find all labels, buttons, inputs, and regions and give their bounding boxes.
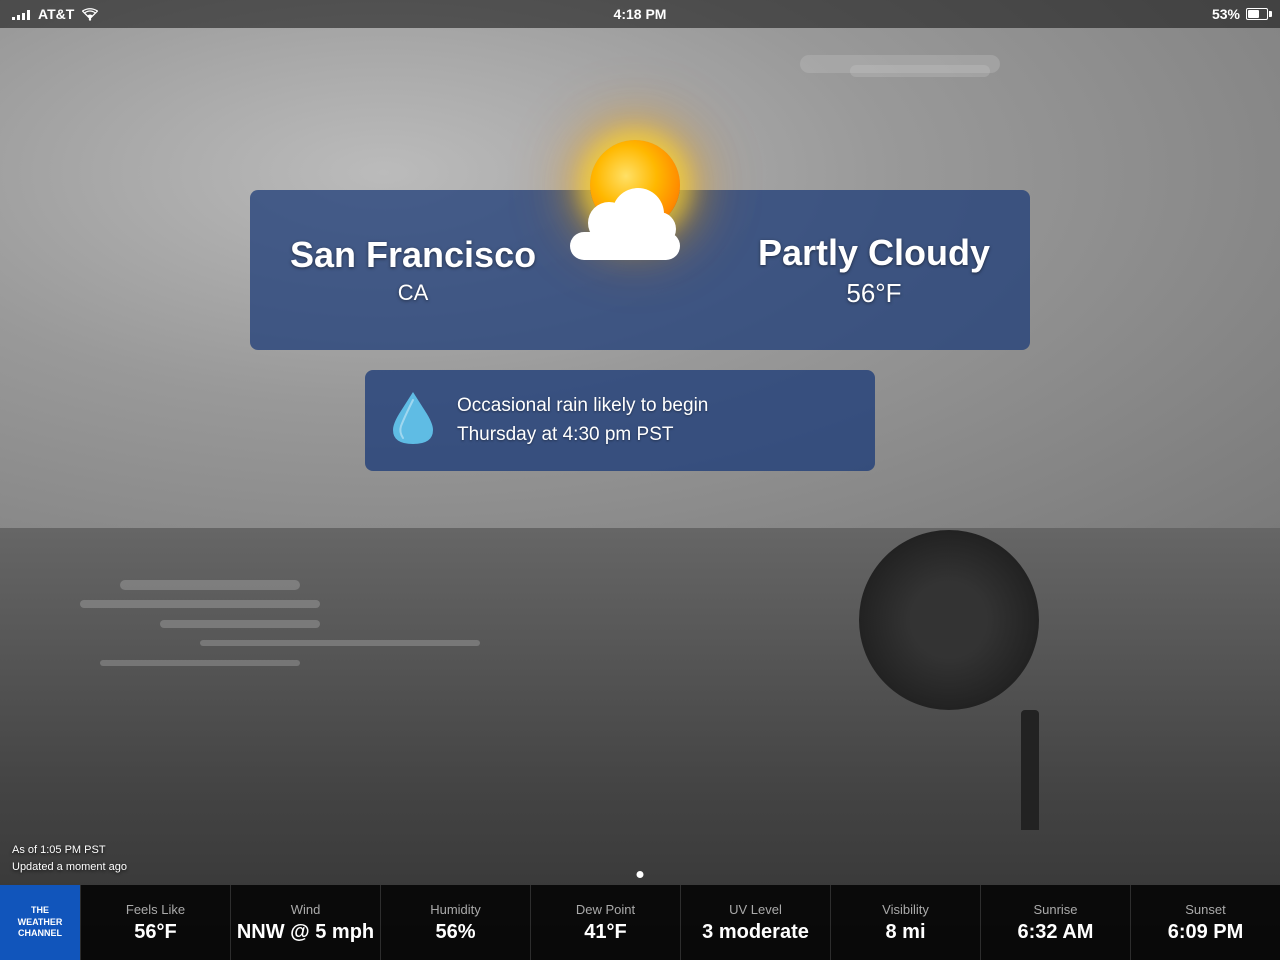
sky-cloud-7 [100, 660, 300, 666]
status-bar: AT&T 4:18 PM 53% [0, 0, 1280, 28]
stat-humidity: Humidity 56% [380, 885, 530, 960]
visibility-label: Visibility [882, 902, 929, 917]
uv-level-label: UV Level [729, 902, 782, 917]
wind-label: Wind [291, 902, 321, 917]
humidity-value: 56% [435, 921, 475, 944]
humidity-label: Humidity [430, 902, 481, 917]
page-indicator [637, 871, 644, 878]
stat-feels-like: Feels Like 56°F [80, 885, 230, 960]
sunset-label: Sunset [1185, 902, 1225, 917]
wind-value: NNW @ 5 mph [237, 921, 374, 944]
sky-cloud-2 [850, 65, 990, 77]
partly-cloudy-icon [570, 140, 710, 270]
rain-alert-line2: Thursday at 4:30 pm PST [457, 421, 708, 450]
city-name: San Francisco [290, 234, 536, 276]
sky-cloud-4 [80, 600, 320, 608]
stat-wind: Wind NNW @ 5 mph [230, 885, 380, 960]
rain-alert-text: Occasional rain likely to begin Thursday… [457, 392, 708, 449]
rain-alert: Occasional rain likely to begin Thursday… [365, 370, 875, 471]
stat-dew-point: Dew Point 41°F [530, 885, 680, 960]
status-right: 53% [1212, 6, 1268, 22]
sunrise-value: 6:32 AM [1018, 921, 1094, 944]
battery-icon [1246, 8, 1268, 20]
tree-decoration [940, 530, 1120, 830]
update-line2: Updated a moment ago [12, 859, 127, 876]
rain-alert-line1: Occasional rain likely to begin [457, 392, 708, 421]
time-label: 4:18 PM [614, 6, 667, 22]
condition-info: Partly Cloudy 56°F [758, 232, 990, 309]
feels-like-label: Feels Like [126, 902, 185, 917]
carrier-label: AT&T [38, 6, 74, 22]
battery-percent-label: 53% [1212, 6, 1240, 22]
visibility-value: 8 mi [885, 921, 925, 944]
condition-temp: 56°F [758, 278, 990, 309]
sky-cloud-3 [120, 580, 300, 590]
info-strip: The Weather Channel Feels Like 56°F Wind… [0, 885, 1280, 960]
weather-icon-container [570, 140, 710, 270]
stat-items: Feels Like 56°F Wind NNW @ 5 mph Humidit… [80, 885, 1280, 960]
sunset-value: 6:09 PM [1168, 921, 1244, 944]
stat-uv-level: UV Level 3 moderate [680, 885, 830, 960]
twc-logo-text: The Weather Channel [18, 905, 63, 940]
cloud-icon [570, 212, 680, 260]
uv-level-value: 3 moderate [702, 921, 809, 944]
twc-logo: The Weather Channel [0, 885, 80, 960]
city-state: CA [290, 280, 536, 306]
stat-visibility: Visibility 8 mi [830, 885, 980, 960]
update-info: As of 1:05 PM PST Updated a moment ago [12, 842, 127, 875]
status-time: 4:18 PM [614, 6, 667, 22]
sky-cloud-5 [160, 620, 320, 628]
tree-canopy [859, 530, 1039, 710]
stat-sunset: Sunset 6:09 PM [1130, 885, 1280, 960]
cloud-body [570, 232, 680, 260]
tree-trunk [1021, 710, 1039, 830]
rain-drop-icon [389, 388, 437, 453]
update-line1: As of 1:05 PM PST [12, 842, 127, 859]
sunrise-label: Sunrise [1033, 902, 1077, 917]
feels-like-value: 56°F [134, 921, 176, 944]
dew-point-value: 41°F [584, 921, 626, 944]
sky-cloud-6 [200, 640, 480, 646]
stat-sunrise: Sunrise 6:32 AM [980, 885, 1130, 960]
condition-label: Partly Cloudy [758, 232, 990, 274]
dew-point-label: Dew Point [576, 902, 635, 917]
signal-bars-icon [12, 8, 30, 20]
status-left: AT&T [12, 6, 98, 22]
wifi-icon [82, 8, 98, 21]
city-info: San Francisco CA [290, 234, 536, 306]
